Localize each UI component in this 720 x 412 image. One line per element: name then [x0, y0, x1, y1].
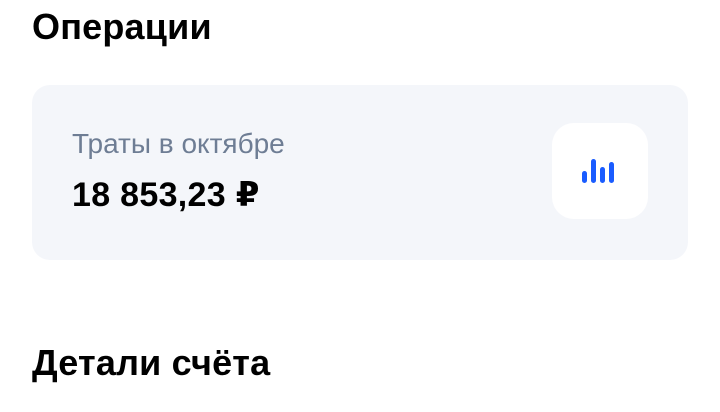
spending-card[interactable]: Траты в октябре 18 853,23 ₽ [32, 85, 688, 260]
account-details-title: Детали счёта [32, 342, 271, 383]
spending-period-label: Траты в октябре [72, 128, 285, 159]
spending-stats-button[interactable] [552, 123, 648, 219]
operations-title: Операции [32, 6, 212, 47]
spending-amount: 18 853,23 ₽ [72, 176, 260, 214]
page: Операции Траты в октябре 18 853,23 ₽ Дет… [0, 0, 720, 412]
bar-chart-icon [580, 155, 620, 187]
